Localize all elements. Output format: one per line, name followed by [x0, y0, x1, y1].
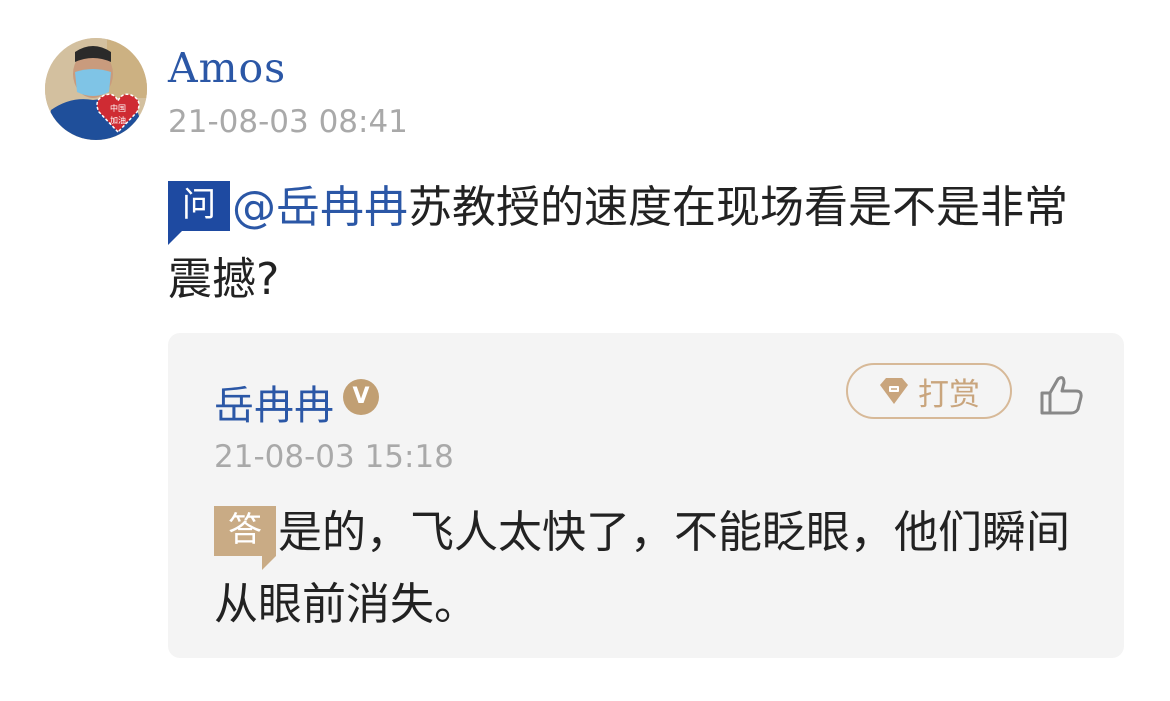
svg-text:中国: 中国 [110, 103, 126, 113]
thumbs-up-icon[interactable] [1038, 371, 1086, 419]
answer-username[interactable]: 岳冉冉 [214, 373, 334, 431]
verified-icon: V [343, 379, 379, 415]
tip-diamond-icon [878, 377, 910, 405]
svg-text:加油: 加油 [110, 115, 126, 125]
avatar[interactable]: 中国 加油 [45, 38, 147, 140]
answer-timestamp: 21-08-03 15:18 [214, 439, 454, 475]
answer-text-block: 答是的，飞人太快了，不能眨眼，他们瞬间从眼前消失。 [214, 497, 1074, 641]
question-tag: 问 [168, 181, 230, 245]
answer-text: 是的，飞人太快了，不能眨眼，他们瞬间从眼前消失。 [214, 507, 1070, 630]
question-timestamp: 21-08-03 08:41 [168, 104, 408, 140]
mention-link[interactable]: @岳冉冉 [232, 182, 408, 233]
heart-badge: 中国 加油 [95, 92, 141, 134]
tip-label: 打赏 [918, 376, 980, 412]
answer-tag: 答 [214, 506, 276, 570]
answer-card: 岳冉冉 V 打赏 21-08-03 15:18 答是的，飞人太快了，不能眨眼，他… [168, 333, 1124, 658]
question-text-block: 问 @岳冉冉苏教授的速度在现场看是不是非常震撼? [168, 172, 1108, 316]
tip-button[interactable]: 打赏 [846, 363, 1012, 419]
question-username[interactable]: Amos [168, 44, 286, 92]
